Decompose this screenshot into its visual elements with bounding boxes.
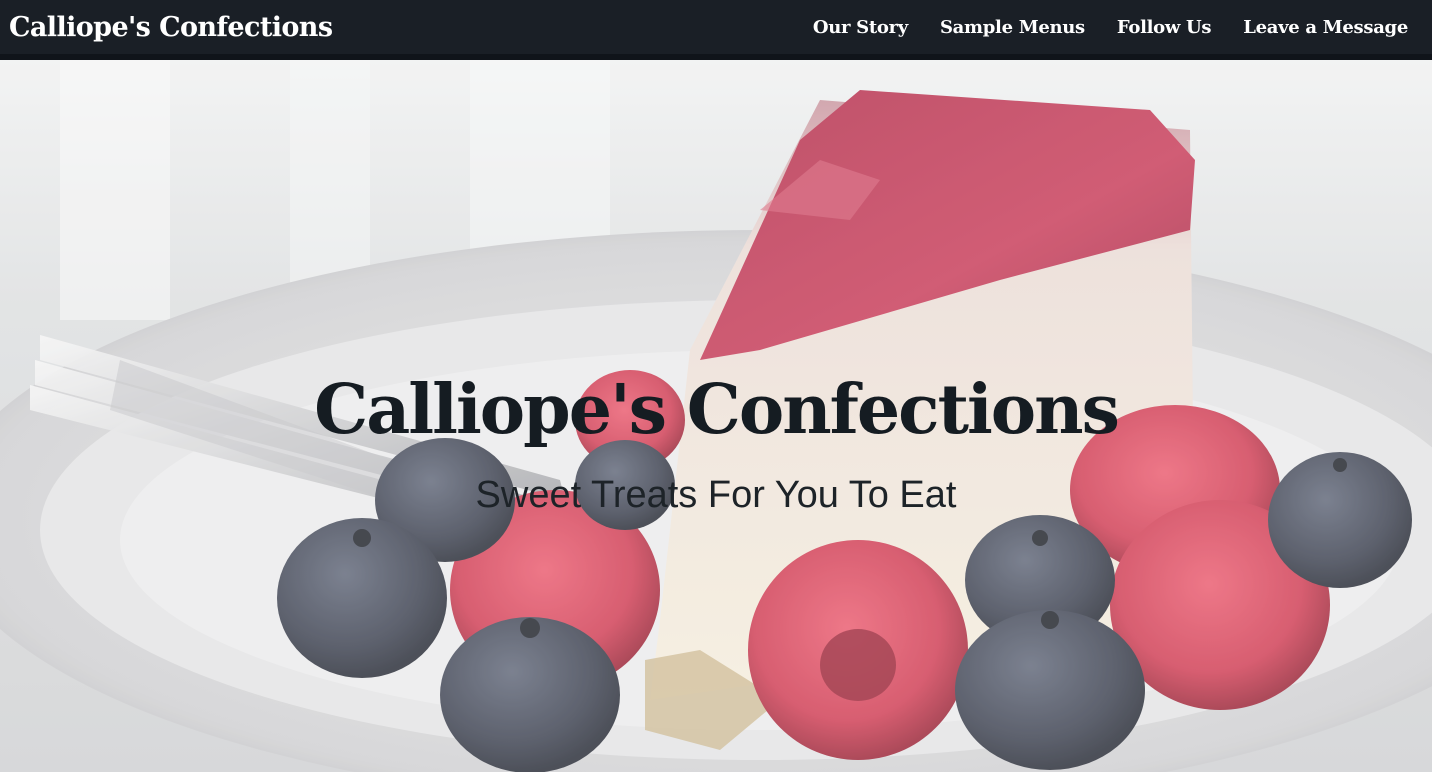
nav-link-our-story[interactable]: Our Story (813, 17, 908, 38)
nav-links: Our Story Sample Menus Follow Us Leave a… (813, 17, 1408, 38)
nav-link-follow-us[interactable]: Follow Us (1117, 17, 1212, 38)
nav-link-leave-a-message[interactable]: Leave a Message (1243, 17, 1408, 38)
navbar: Calliope's Confections Our Story Sample … (0, 0, 1432, 60)
hero-subtitle: Sweet Treats For You To Eat (475, 474, 957, 516)
hero-section: Calliope's Confections Sweet Treats For … (0, 60, 1432, 772)
hero-title: Calliope's Confections (314, 370, 1120, 450)
nav-link-sample-menus[interactable]: Sample Menus (940, 17, 1085, 38)
brand-link[interactable]: Calliope's Confections (9, 12, 333, 43)
